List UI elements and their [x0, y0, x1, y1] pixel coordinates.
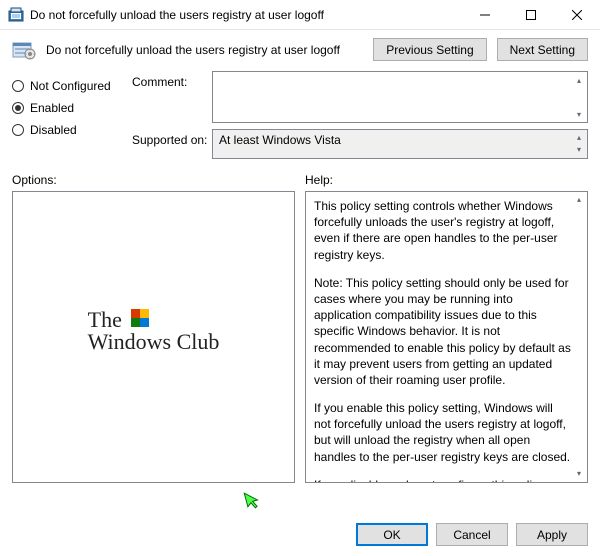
- dialog-footer: OK Cancel Apply: [356, 523, 588, 546]
- help-panel: This policy setting controls whether Win…: [305, 191, 588, 483]
- window-title: Do not forcefully unload the users regis…: [30, 8, 462, 22]
- scroll-up-icon[interactable]: ▴: [573, 194, 585, 206]
- header-row: Do not forcefully unload the users regis…: [12, 38, 588, 61]
- help-paragraph: Note: This policy setting should only be…: [314, 275, 571, 388]
- radio-label: Disabled: [30, 123, 77, 137]
- radio-icon: [12, 102, 24, 114]
- logo-text-line2: Windows Club: [88, 329, 220, 355]
- state-radio-group: Not Configured Enabled Disabled: [12, 71, 132, 141]
- watermark-logo: The Windows Club: [88, 307, 220, 355]
- scroll-down-icon[interactable]: ▾: [573, 108, 585, 120]
- help-label: Help:: [305, 173, 588, 187]
- help-paragraph: If you disable or do not configure this …: [314, 477, 571, 483]
- radio-not-configured[interactable]: Not Configured: [12, 75, 132, 97]
- radio-icon: [12, 124, 24, 136]
- scroll-up-icon[interactable]: ▴: [573, 74, 585, 86]
- cancel-button[interactable]: Cancel: [436, 523, 508, 546]
- app-icon: [8, 7, 24, 23]
- radio-icon: [12, 80, 24, 92]
- scroll-down-icon[interactable]: ▾: [573, 144, 585, 156]
- help-paragraph: This policy setting controls whether Win…: [314, 198, 571, 263]
- supported-on-label: Supported on:: [132, 129, 212, 147]
- comment-input[interactable]: ▴ ▾: [212, 71, 588, 123]
- policy-icon: [12, 40, 36, 60]
- radio-disabled[interactable]: Disabled: [12, 119, 132, 141]
- options-label: Options:: [12, 173, 295, 187]
- titlebar: Do not forcefully unload the users regis…: [0, 0, 600, 30]
- close-button[interactable]: [554, 0, 600, 30]
- ok-button[interactable]: OK: [356, 523, 428, 546]
- radio-label: Enabled: [30, 101, 74, 115]
- radio-label: Not Configured: [30, 79, 111, 93]
- maximize-button[interactable]: [508, 0, 554, 30]
- apply-button[interactable]: Apply: [516, 523, 588, 546]
- next-setting-button[interactable]: Next Setting: [497, 38, 588, 61]
- help-paragraph: If you enable this policy setting, Windo…: [314, 400, 571, 465]
- previous-setting-button[interactable]: Previous Setting: [373, 38, 486, 61]
- supported-on-value: At least Windows Vista: [219, 133, 341, 147]
- minimize-button[interactable]: [462, 0, 508, 30]
- logo-mark-icon: [131, 309, 149, 327]
- options-panel: The Windows Club: [12, 191, 295, 483]
- scroll-up-icon[interactable]: ▴: [573, 132, 585, 144]
- supported-on-box: At least Windows Vista ▴ ▾: [212, 129, 588, 159]
- scroll-down-icon[interactable]: ▾: [573, 468, 585, 480]
- radio-enabled[interactable]: Enabled: [12, 97, 132, 119]
- comment-label: Comment:: [132, 71, 212, 89]
- mouse-cursor-icon: [243, 488, 265, 516]
- setting-title: Do not forcefully unload the users regis…: [46, 43, 363, 57]
